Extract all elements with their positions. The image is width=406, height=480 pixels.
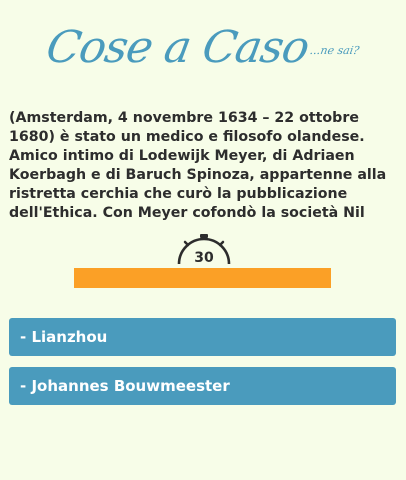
timer-seconds: 30 bbox=[194, 250, 214, 266]
app-logo: Cose a Caso...ne sai? bbox=[0, 18, 406, 88]
logo-title: Cose a Caso bbox=[42, 22, 313, 73]
time-progress-fill bbox=[74, 268, 331, 288]
answer-option-2[interactable]: - Johannes Bouwmeester bbox=[9, 367, 396, 405]
logo-tagline: ...ne sai? bbox=[308, 44, 361, 57]
question-text: (Amsterdam, 4 novembre 1634 – 22 ottobre… bbox=[9, 110, 387, 221]
answer-option-1[interactable]: - Lianzhou bbox=[9, 318, 396, 356]
time-progress-bar bbox=[74, 268, 331, 288]
countdown-timer: 30 bbox=[176, 233, 232, 267]
